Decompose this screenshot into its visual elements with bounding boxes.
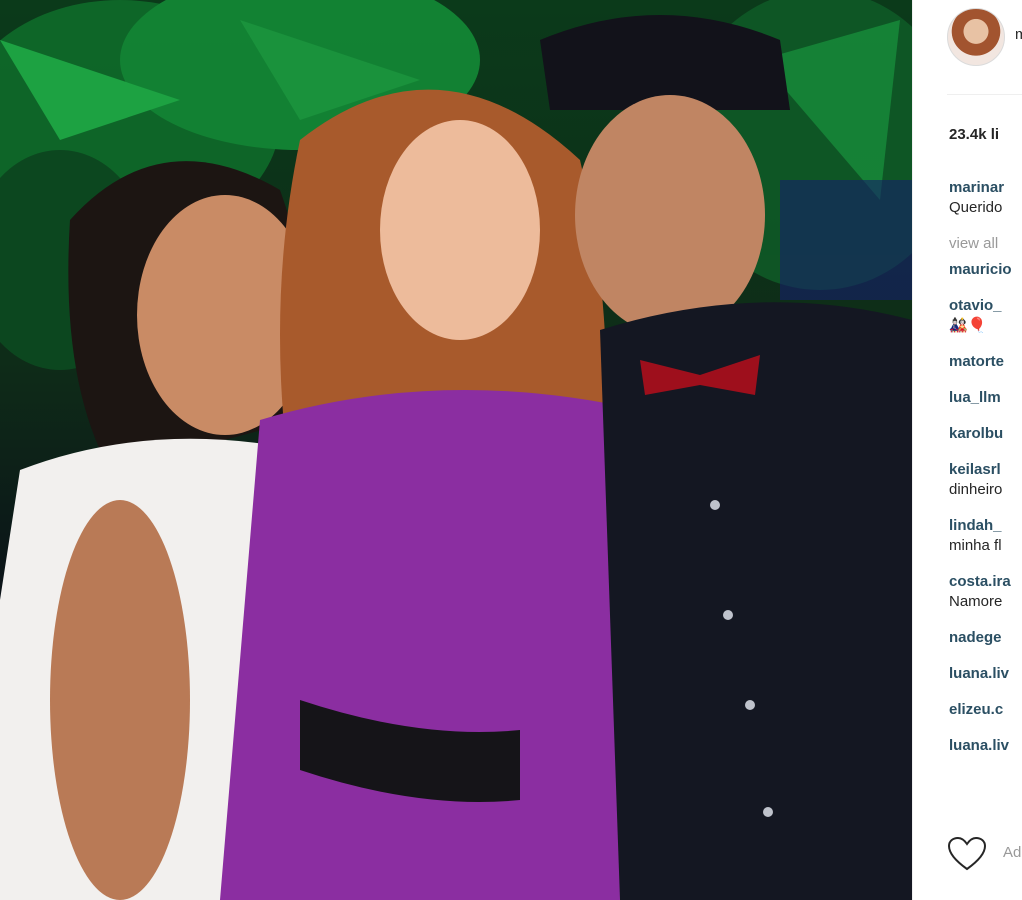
likes-count[interactable]: 23.4k li (949, 126, 999, 143)
comment-username[interactable]: matorte (949, 352, 1022, 372)
comment-username[interactable]: luana.liv (949, 736, 1022, 756)
comment-item: costa.ira Namore (949, 572, 1022, 612)
post-sidebar: m 23.4k li marinarQuerido view all maurici… (912, 0, 1022, 900)
comment-item: nadege (949, 628, 1022, 648)
comment-item: elizeu.c (949, 700, 1022, 720)
comment-username[interactable]: otavio_ (949, 296, 1022, 316)
comment-username[interactable]: elizeu.c (949, 700, 1022, 720)
heart-icon[interactable] (947, 836, 987, 872)
divider (947, 94, 1022, 95)
comment-username[interactable]: luana.liv (949, 664, 1022, 684)
comment-username[interactable]: lindah_ (949, 516, 1022, 536)
comment-item: mauricio (949, 260, 1022, 280)
owner-username[interactable]: m (1015, 26, 1022, 43)
comment-item: keilasrl dinheiro (949, 460, 1022, 500)
comment-username[interactable]: nadege (949, 628, 1022, 648)
comment-item: matorte (949, 352, 1022, 372)
add-comment-input[interactable]: Ad (1003, 844, 1021, 861)
comment-username[interactable]: marinar (949, 178, 1022, 198)
comment-username[interactable]: mauricio (949, 260, 1022, 280)
comment-item: marinar Querido (949, 178, 1022, 218)
avatar[interactable] (947, 8, 1005, 66)
comment-username[interactable]: costa.ira (949, 572, 1022, 592)
comment-text: minha fl (949, 537, 1002, 554)
comment-text: 🎎🎈 (949, 317, 987, 334)
comments-list: marinar Querido view all mauricio otavio_ 🎎🎈 m… (949, 178, 1022, 772)
comment-item: karolbu (949, 424, 1022, 444)
comment-item: luana.liv (949, 736, 1022, 756)
comment-item: otavio_ 🎎🎈 (949, 296, 1022, 336)
post-photo[interactable] (0, 0, 912, 900)
comment-text: Namore (949, 593, 1003, 610)
comment-item: lindah_ minha fl (949, 516, 1022, 556)
comment-text: Querido (949, 199, 1003, 216)
comment-text: dinheiro (949, 481, 1003, 498)
comment-item: luana.liv (949, 664, 1022, 684)
comment-username[interactable]: karolbu (949, 424, 1022, 444)
comment-username[interactable]: keilasrl (949, 460, 1022, 480)
comment-username[interactable]: lua_llm (949, 388, 1022, 408)
comment-item: lua_llm (949, 388, 1022, 408)
view-all-comments-link[interactable]: view all (949, 234, 1022, 254)
